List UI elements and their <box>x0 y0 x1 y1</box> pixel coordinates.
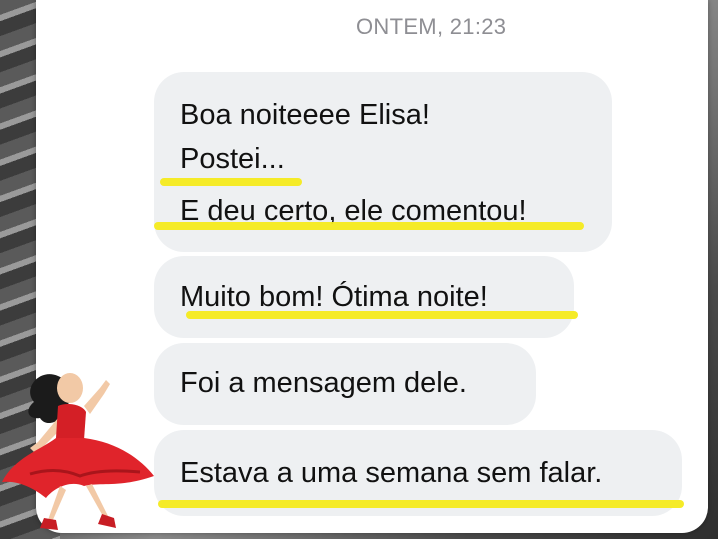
message-line: Postei... <box>180 143 285 175</box>
highlight-underline <box>158 500 684 508</box>
message-line: Boa noiteeee Elisa! <box>180 99 430 131</box>
highlight-underline <box>154 222 584 230</box>
message-bubble[interactable]: Muito bom! Ótima noite! <box>154 256 574 338</box>
dancer-emoji-icon <box>2 373 154 530</box>
message-timestamp: ONTEM, 21:23 <box>356 14 507 39</box>
message-line: Foi a mensagem dele. <box>180 367 467 399</box>
highlight-underline <box>160 178 302 186</box>
message-line: Estava a uma semana sem falar. <box>180 457 603 489</box>
message-bubble[interactable]: Foi a mensagem dele. <box>154 343 536 425</box>
highlight-underline <box>186 311 578 319</box>
